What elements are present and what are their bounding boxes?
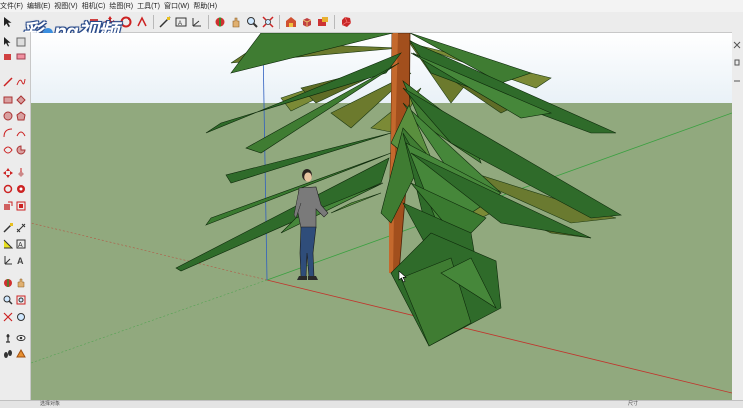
text-icon[interactable]: A [15,238,27,250]
scale-icon[interactable] [2,200,14,212]
freehand-icon[interactable] [15,76,27,88]
3d-text-icon[interactable]: A [15,254,27,266]
zoom-window-icon[interactable] [15,294,27,306]
components-icon[interactable] [300,15,314,29]
walk-icon[interactable] [2,348,14,360]
left-tool-palette: A A [0,32,31,400]
rectangle-icon[interactable] [2,94,14,106]
tray-close-icon[interactable] [733,36,741,49]
three-point-arc-icon[interactable] [2,144,14,156]
scene-canvas [31,33,732,400]
offset-icon[interactable] [135,15,149,29]
dimension-icon[interactable]: A [174,15,188,29]
zoom-icon[interactable] [245,15,259,29]
eraser-icon[interactable] [15,50,27,62]
look-around-icon[interactable] [15,332,27,344]
toolbar-separator [279,15,280,29]
two-point-arc-icon[interactable] [15,127,27,139]
menu-view[interactable]: 视图(V) [54,1,81,11]
toolbar-separator [208,15,209,29]
orbit-icon[interactable] [213,15,227,29]
menu-help[interactable]: 帮助(H) [193,1,221,11]
pan-icon[interactable] [229,15,243,29]
zoom-tool-icon[interactable] [2,294,14,306]
extension-icon[interactable] [316,15,330,29]
zoom-extents-tool-icon[interactable] [2,311,14,323]
axes-icon[interactable] [190,15,204,29]
axes-tool-icon[interactable] [2,254,14,266]
menu-tools[interactable]: 工具(T) [137,1,164,11]
rotate-icon[interactable] [119,15,133,29]
ground-plane [31,103,732,400]
offset-tool-icon[interactable] [15,200,27,212]
position-camera-icon[interactable] [2,332,14,344]
tray-pin-icon[interactable] [733,54,741,66]
circle-icon[interactable] [2,110,14,122]
push-pull-icon[interactable] [15,167,27,179]
tape-measure-icon[interactable] [158,15,172,29]
zoom-extents-icon[interactable] [261,15,275,29]
menu-bar: 文件(F) 编辑(E) 视图(V) 相机(C) 绘图(R) 工具(T) 窗口(W… [0,0,743,12]
dimension-tool-icon[interactable] [15,222,27,234]
follow-me-icon[interactable] [15,183,27,195]
menu-camera[interactable]: 相机(C) [82,1,110,11]
3d-viewport[interactable] [31,33,732,400]
move-tool-icon[interactable] [2,167,14,179]
line-icon[interactable] [2,76,14,88]
polygon-icon[interactable] [15,110,27,122]
tape-measure-tool-icon[interactable] [2,222,14,234]
paint-bucket-icon[interactable] [2,50,14,62]
warehouse-icon[interactable] [284,15,298,29]
orbit-tool-icon[interactable] [2,277,14,289]
select-icon[interactable] [1,15,15,29]
make-component-icon[interactable] [15,36,27,48]
pan-tool-icon[interactable] [15,277,27,289]
pie-icon[interactable] [15,144,27,156]
arc-icon[interactable] [2,127,14,139]
rotate-tool-icon[interactable] [2,183,14,195]
toolbar-separator [153,15,154,29]
svg-text:A: A [178,21,182,27]
select-tool-icon[interactable] [2,36,14,48]
right-tray-strip [731,32,743,400]
svg-text:A: A [17,256,24,265]
svg-text:A: A [18,242,23,249]
menu-edit[interactable]: 编辑(E) [27,1,54,11]
ruby-icon[interactable] [339,15,353,29]
menu-window[interactable]: 窗口(W) [164,1,193,11]
toolbar-separator [334,15,335,29]
rotated-rectangle-icon[interactable] [15,94,27,106]
menu-file[interactable]: 文件(F) [0,1,27,11]
menu-draw[interactable]: 绘图(R) [109,1,137,11]
protractor-icon[interactable] [2,238,14,250]
tray-expand-icon[interactable] [733,72,741,82]
previous-view-icon[interactable] [15,311,27,323]
section-plane-icon[interactable] [15,348,27,360]
